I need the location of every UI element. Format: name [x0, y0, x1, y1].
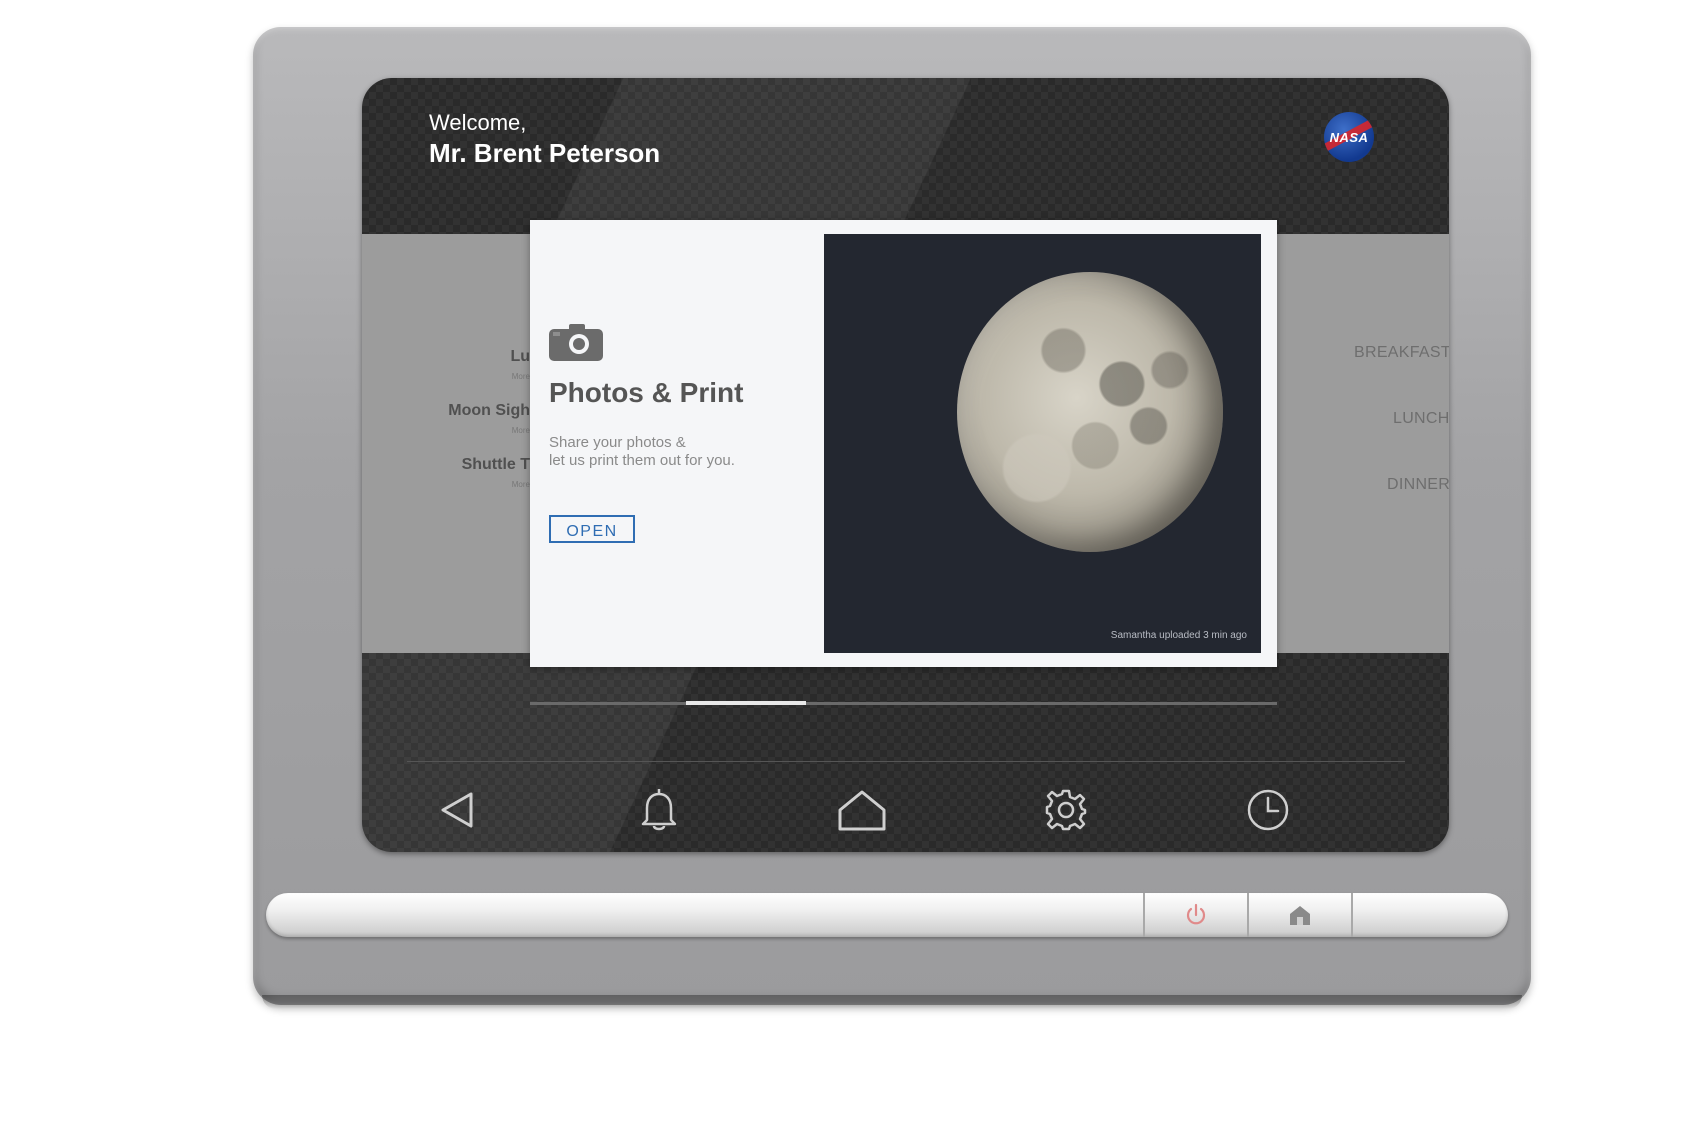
moon-image [957, 272, 1223, 552]
moon-photo[interactable]: Samantha uploaded 3 min ago [824, 234, 1261, 653]
meal-lunch[interactable]: LUNCH [1393, 410, 1449, 428]
card-desc-line: let us print them out for you. [549, 452, 735, 469]
logo-text: NASA [1329, 129, 1369, 145]
nasa-logo: NASA [1324, 112, 1374, 162]
hardware-home-button[interactable] [1247, 893, 1351, 937]
right-list: BREAKFAST LUNCH DINNER [1279, 234, 1449, 653]
history-button[interactable] [1238, 784, 1298, 836]
card-title: Photos & Print [549, 377, 744, 408]
list-item[interactable]: Moon Sigh More [448, 402, 530, 435]
card-desc-line: Share your photos & [549, 434, 686, 451]
list-item[interactable]: Shuttle T More [462, 456, 530, 489]
welcome-header: Welcome, Mr. Brent Peterson [429, 110, 660, 169]
back-button[interactable] [427, 784, 487, 836]
list-item-more: More [511, 480, 530, 489]
gear-icon [1045, 789, 1087, 831]
photos-print-card: Photos & Print Share your photos & let u… [530, 220, 1277, 667]
back-icon [441, 792, 473, 828]
pager-track[interactable] [530, 701, 1277, 705]
hardware-key-divider [1351, 893, 1354, 937]
settings-button[interactable] [1036, 784, 1096, 836]
pager-active-indicator [686, 701, 806, 705]
home-button[interactable] [832, 784, 892, 836]
card-description: Share your photos & let us print them ou… [549, 434, 779, 470]
list-item-title: Moon Sigh [448, 402, 530, 419]
list-item-title: Lu [510, 348, 530, 365]
hardware-bar [266, 893, 1508, 937]
notifications-button[interactable] [629, 784, 689, 836]
list-item-more: More [511, 372, 530, 381]
device-shadow [262, 995, 1522, 1009]
home-icon [838, 790, 886, 831]
list-item[interactable]: Lu More [510, 348, 530, 381]
left-list: Lu More Moon Sigh More Shuttle T More [362, 234, 530, 653]
bell-icon [641, 789, 677, 831]
photo-caption: Samantha uploaded 3 min ago [1110, 630, 1247, 641]
nav-divider [407, 761, 1405, 762]
camera-icon [549, 324, 603, 361]
list-item-title: Shuttle T [461, 456, 530, 473]
clock-icon [1247, 789, 1289, 831]
list-item-more: More [511, 426, 530, 435]
open-button[interactable]: OPEN [549, 515, 635, 543]
power-icon [1186, 903, 1206, 925]
home-icon [1290, 906, 1310, 925]
greeting-text: Welcome, [429, 110, 527, 135]
user-name: Mr. Brent Peterson [429, 138, 661, 168]
hardware-power-button[interactable] [1143, 893, 1247, 937]
meal-dinner[interactable]: DINNER [1387, 476, 1449, 494]
meal-breakfast[interactable]: BREAKFAST [1354, 344, 1449, 362]
screen: Welcome, Mr. Brent Peterson NASA Lu More… [362, 78, 1449, 852]
